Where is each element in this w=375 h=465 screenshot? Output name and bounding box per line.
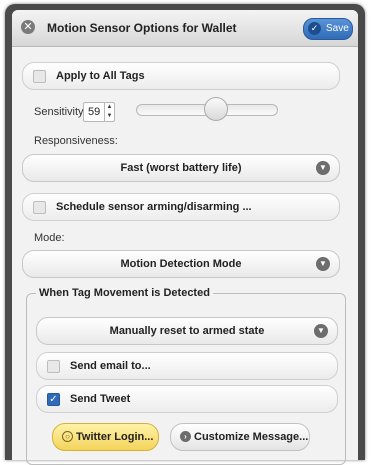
mode-select[interactable]: Motion Detection Mode ▼ bbox=[22, 250, 340, 278]
reset-state-selected: Manually reset to armed state bbox=[109, 325, 265, 337]
chevron-down-icon: ▼ bbox=[316, 257, 330, 271]
movement-group-legend: When Tag Movement is Detected bbox=[36, 287, 213, 299]
send-tweet-checkbox[interactable]: ✓ bbox=[47, 393, 60, 406]
send-tweet-label: Send Tweet bbox=[70, 393, 131, 405]
chevron-down-icon: ▼ bbox=[316, 161, 330, 175]
circle-icon: ○ bbox=[62, 431, 73, 442]
schedule-arming-checkbox[interactable] bbox=[33, 201, 46, 214]
stepper-arrows-icon[interactable]: ▲ ▼ bbox=[104, 103, 114, 121]
apply-all-tags-row[interactable]: Apply to All Tags bbox=[22, 62, 340, 90]
schedule-arming-row[interactable]: Schedule sensor arming/disarming ... bbox=[22, 193, 340, 221]
send-tweet-row[interactable]: ✓ Send Tweet bbox=[36, 385, 338, 413]
title-bar: ✕ Motion Sensor Options for Wallet ✓ Sav… bbox=[12, 10, 358, 47]
sensitivity-value: 59 bbox=[88, 106, 101, 118]
sensitivity-label: Sensitivity: bbox=[34, 106, 87, 118]
reset-state-select[interactable]: Manually reset to armed state ▼ bbox=[36, 317, 338, 345]
send-email-label: Send email to... bbox=[70, 360, 151, 372]
responsiveness-label: Responsiveness: bbox=[34, 135, 118, 147]
responsiveness-selected: Fast (worst battery life) bbox=[120, 162, 242, 174]
mode-selected: Motion Detection Mode bbox=[120, 258, 242, 270]
twitter-login-label: Twitter Login... bbox=[76, 431, 154, 443]
close-icon[interactable]: ✕ bbox=[21, 20, 35, 34]
save-button-label: Save bbox=[326, 23, 349, 34]
save-button[interactable]: ✓ Save bbox=[303, 18, 353, 40]
apply-all-tags-label: Apply to All Tags bbox=[56, 70, 145, 82]
sensitivity-stepper[interactable]: 59 ▲ ▼ bbox=[83, 102, 115, 122]
schedule-arming-label: Schedule sensor arming/disarming ... bbox=[56, 201, 252, 213]
sensitivity-slider-thumb[interactable] bbox=[204, 97, 228, 121]
send-email-checkbox[interactable] bbox=[47, 360, 60, 373]
chevron-down-icon: ▼ bbox=[314, 324, 328, 338]
dialog-title: Motion Sensor Options for Wallet bbox=[47, 21, 237, 35]
send-email-row[interactable]: Send email to... bbox=[36, 352, 338, 380]
apply-all-tags-checkbox[interactable] bbox=[33, 70, 46, 83]
check-circle-icon: ✓ bbox=[308, 22, 321, 35]
customize-message-button[interactable]: › Customize Message... bbox=[170, 423, 310, 451]
arrow-right-circle-icon: › bbox=[180, 431, 191, 442]
customize-message-label: Customize Message... bbox=[194, 431, 309, 443]
twitter-login-button[interactable]: ○ Twitter Login... bbox=[52, 423, 159, 451]
responsiveness-select[interactable]: Fast (worst battery life) ▼ bbox=[22, 154, 340, 182]
mode-label: Mode: bbox=[34, 232, 65, 244]
